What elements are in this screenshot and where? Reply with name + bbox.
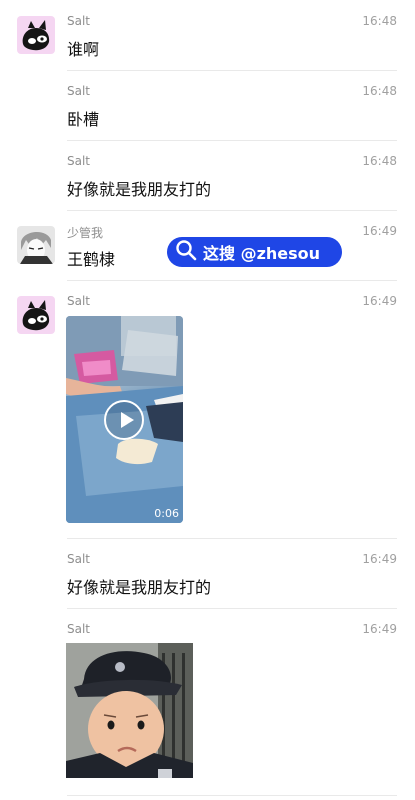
divider [67, 70, 397, 71]
message-time: 16:48 [362, 14, 397, 28]
sender-name: 少管我 [67, 226, 104, 240]
sender-name: Salt [67, 622, 91, 636]
watermark-badge: 这搜 @zhesou [167, 237, 342, 267]
video-thumbnail[interactable]: 0:06 [66, 316, 183, 523]
message-time: 16:49 [362, 622, 397, 636]
image-message[interactable] [66, 643, 193, 778]
play-icon [119, 411, 135, 433]
search-icon [175, 239, 197, 265]
video-duration: 0:06 [154, 507, 179, 520]
sender-name: Salt [67, 154, 91, 168]
message-time: 16:48 [362, 154, 397, 168]
divider [67, 210, 397, 211]
message-text[interactable]: 好像就是我朋友打的 [67, 176, 211, 200]
message-text[interactable]: 谁啊 [67, 36, 99, 60]
message-time: 16:49 [362, 224, 397, 238]
sender-name: Salt [67, 294, 91, 308]
avatar-salt[interactable] [17, 296, 55, 334]
divider [67, 608, 397, 609]
play-button[interactable] [104, 400, 144, 440]
sender-name: Salt [67, 552, 91, 566]
divider [67, 280, 397, 281]
sender-name: Salt [67, 84, 91, 98]
divider [67, 538, 397, 539]
watermark-text: 这搜 @zhesou [203, 244, 321, 263]
message-time: 16:48 [362, 84, 397, 98]
divider [67, 140, 397, 141]
message-text[interactable]: 卧槽 [67, 106, 99, 130]
message-time: 16:49 [362, 294, 397, 308]
message-time: 16:49 [362, 552, 397, 566]
divider [67, 795, 397, 796]
sender-name: Salt [67, 14, 91, 28]
message-text[interactable]: 王鹤棣 [67, 246, 115, 270]
message-text[interactable]: 好像就是我朋友打的 [67, 574, 211, 598]
avatar-salt[interactable] [17, 16, 55, 54]
avatar-shaoguanwo[interactable] [17, 226, 55, 264]
